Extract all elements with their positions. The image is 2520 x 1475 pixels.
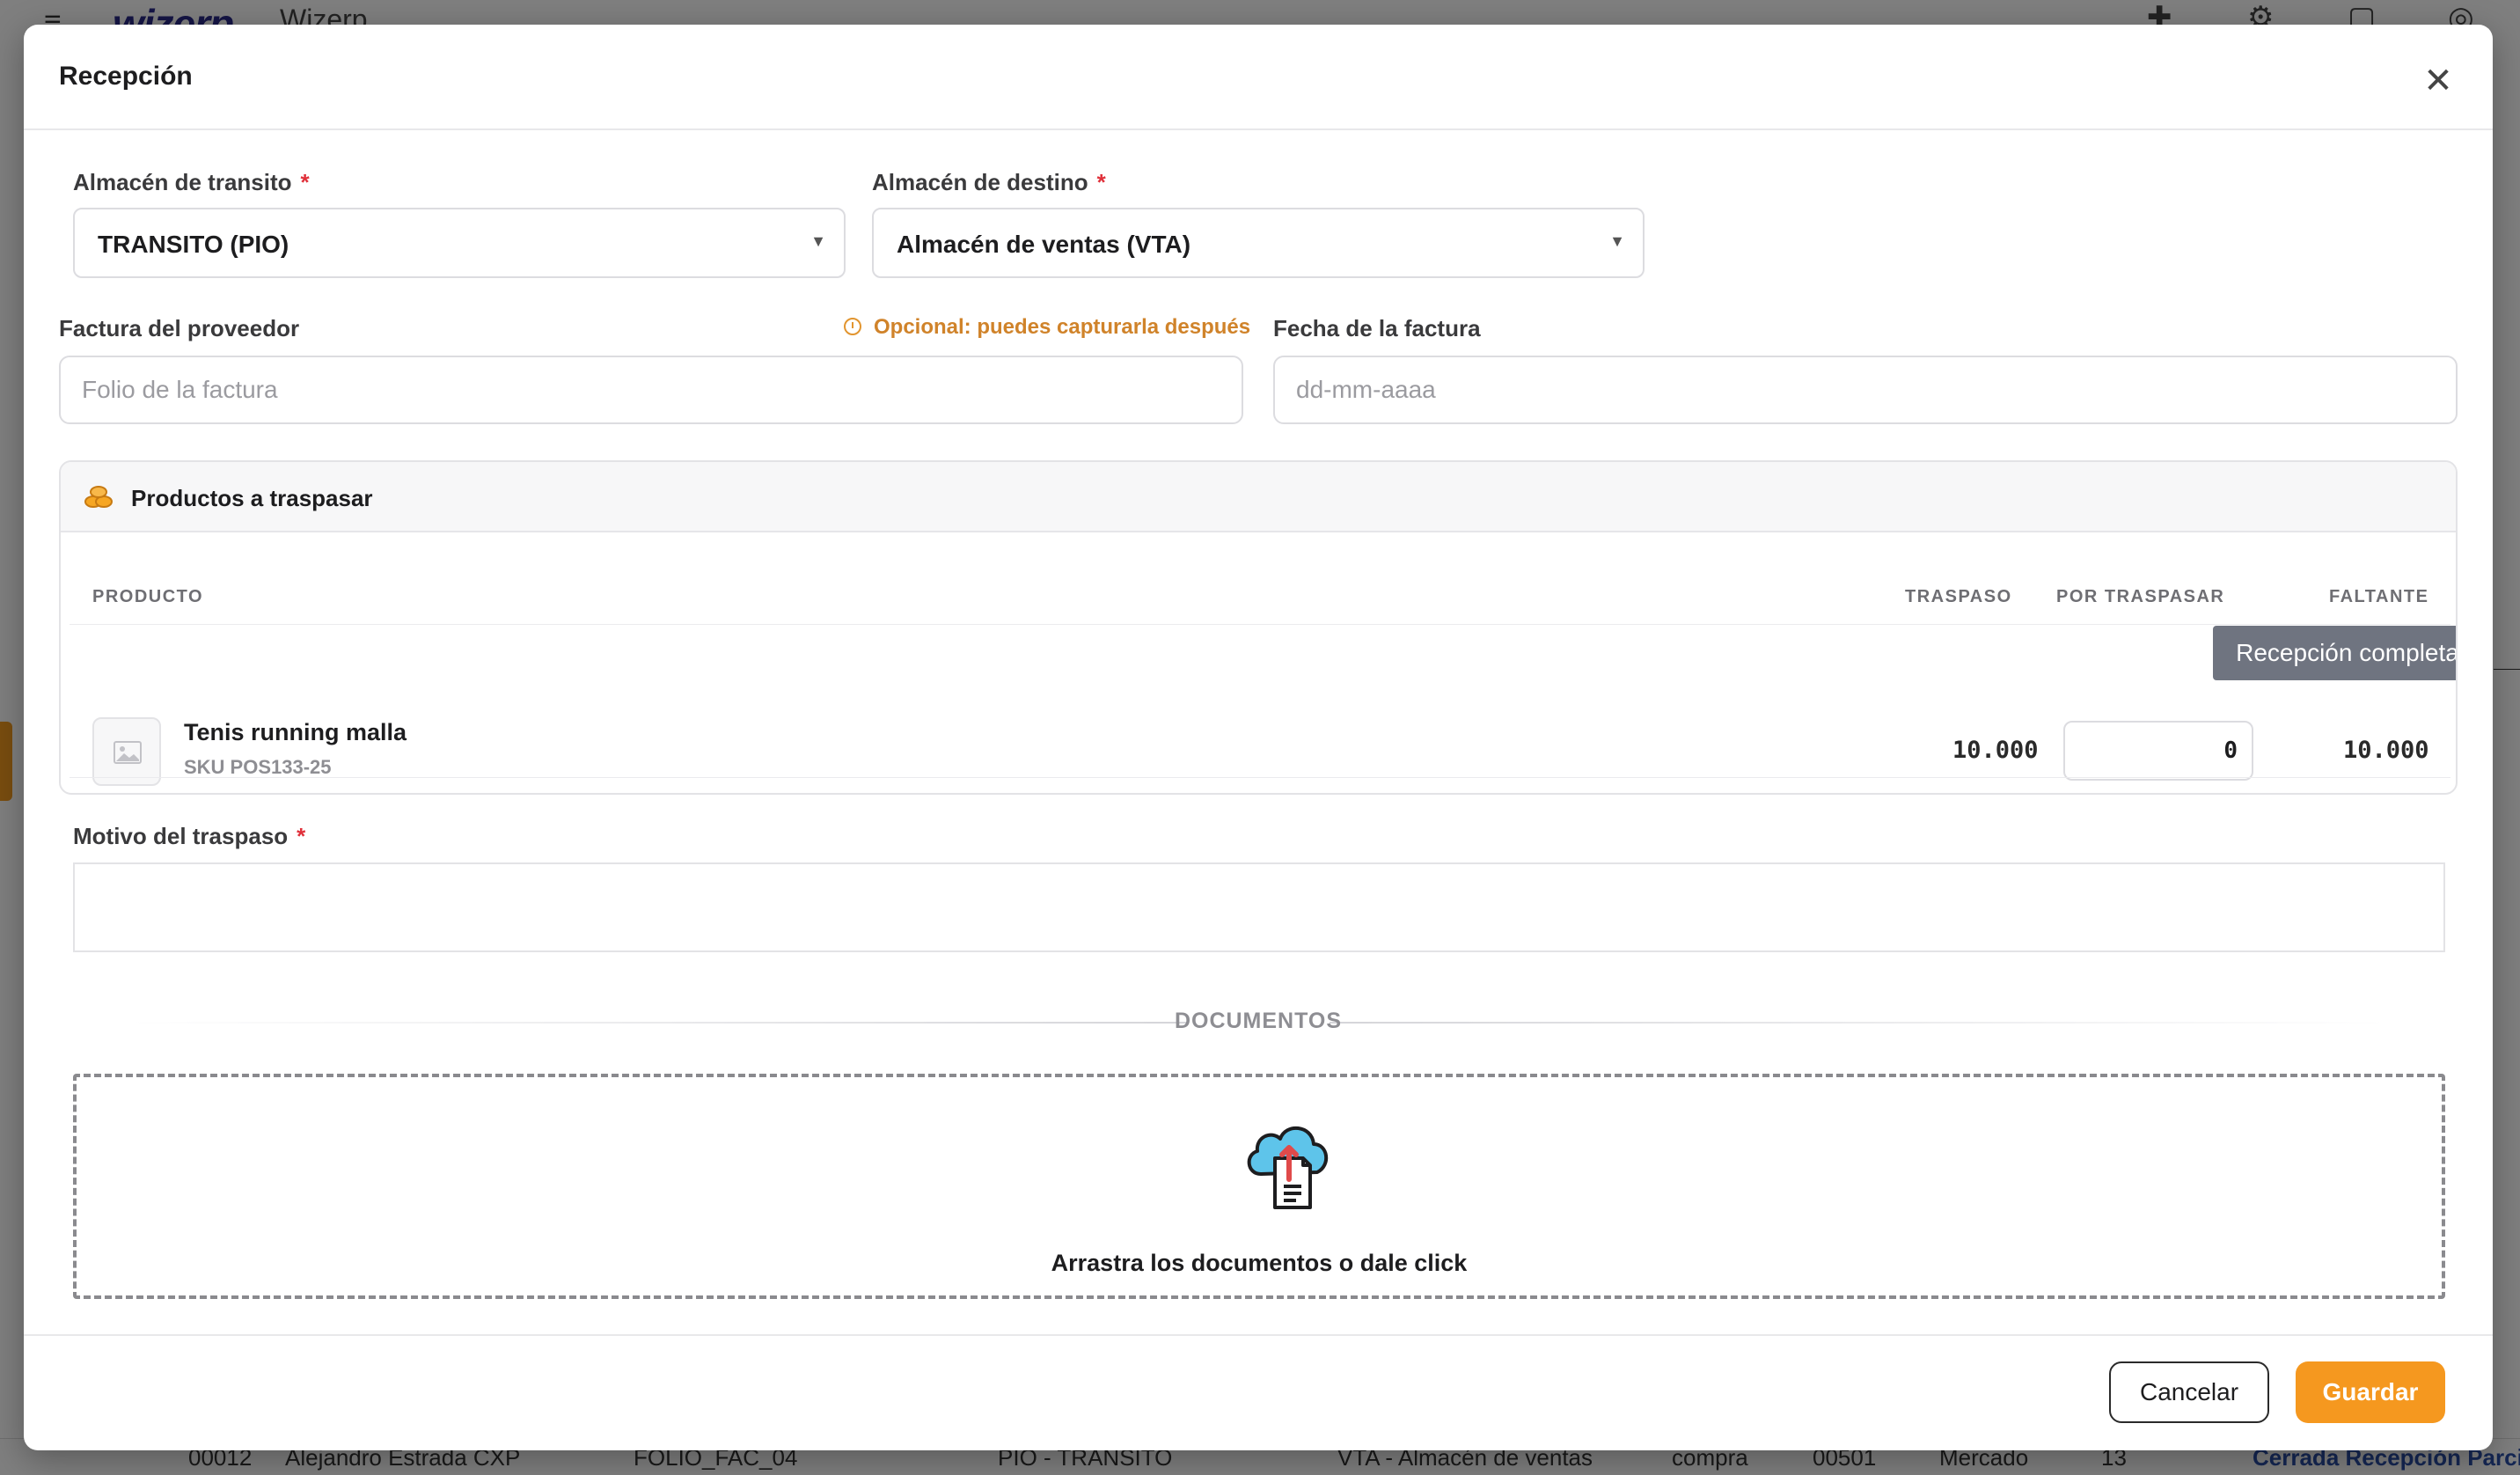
label-text: Motivo del traspaso — [73, 823, 289, 849]
chevron-down-icon: ▼ — [1609, 232, 1625, 250]
invoice-date-label: Fecha de la factura — [1273, 315, 1481, 341]
divider — [70, 777, 2450, 778]
transfer-reason-input[interactable] — [73, 862, 2445, 952]
chevron-down-icon: ▼ — [810, 232, 826, 250]
selected-value: TRANSITO (PIO) — [98, 231, 289, 258]
warning-icon — [844, 318, 861, 335]
label-text: Almacén de destino — [872, 169, 1088, 195]
documents-dropzone[interactable]: Arrastra los documentos o dale click — [73, 1074, 2445, 1299]
optional-note: Opcional: puedes capturarla después — [844, 315, 1250, 340]
close-icon[interactable]: ✕ — [2421, 63, 2456, 99]
required-mark: * — [1096, 169, 1106, 195]
destination-warehouse-label: Almacén de destino * — [872, 169, 1106, 196]
invoice-date-input[interactable] — [1273, 356, 2458, 424]
transit-warehouse-label: Almacén de transito * — [73, 169, 310, 196]
products-panel-title: Productos a traspasar — [131, 485, 373, 511]
complete-reception-tooltip: Recepción completa — [2213, 626, 2456, 680]
required-mark: * — [297, 823, 306, 849]
reception-modal: Recepción ✕ Almacén de transito * TRANSIT… — [24, 25, 2493, 1450]
products-panel: Productos a traspasar PRODUCTO TRASPASO … — [59, 460, 2458, 795]
transfer-quantity: 10.000 — [1952, 737, 2039, 764]
dropzone-text: Arrastra los documentos o dale click — [1051, 1250, 1468, 1276]
product-name: Tenis running malla — [184, 719, 407, 745]
image-placeholder-icon — [114, 741, 142, 764]
divider-line-right — [1330, 1022, 2387, 1024]
invoice-label: Factura del proveedor — [59, 315, 300, 341]
label-text: Almacén de transito — [73, 169, 292, 195]
column-header-missing: FALTANTE — [2329, 587, 2429, 606]
divider — [24, 1334, 2493, 1336]
column-header-product: PRODUCTO — [92, 587, 204, 606]
save-button[interactable]: Guardar — [2296, 1361, 2445, 1423]
missing-quantity: 10.000 — [2343, 737, 2429, 764]
coins-icon — [84, 486, 113, 508]
product-sku: SKU POS133-25 — [184, 756, 332, 778]
required-mark: * — [300, 169, 310, 195]
products-panel-header: Productos a traspasar — [61, 462, 2456, 532]
selected-value: Almacén de ventas (VTA) — [897, 231, 1191, 258]
optional-note-text: Opcional: puedes capturarla después — [874, 315, 1251, 339]
pending-quantity-input[interactable] — [2063, 721, 2253, 781]
column-header-pending: POR TRASPASAR — [2056, 587, 2225, 606]
transfer-reason-label: Motivo del traspaso * — [73, 823, 305, 850]
destination-warehouse-select[interactable]: Almacén de ventas (VTA) ▼ — [872, 208, 1645, 278]
cloud-upload-icon — [1247, 1126, 1328, 1209]
invoice-input[interactable] — [59, 356, 1243, 424]
product-thumbnail — [92, 717, 161, 786]
cancel-button[interactable]: Cancelar — [2109, 1361, 2269, 1423]
documents-heading: DOCUMENTOS — [1174, 1009, 1343, 1033]
column-header-transfer: TRASPASO — [1905, 587, 2012, 606]
transit-warehouse-select[interactable]: TRANSITO (PIO) ▼ — [73, 208, 846, 278]
divider-line-left — [129, 1022, 1187, 1024]
divider — [70, 624, 2450, 625]
modal-title: Recepción — [59, 62, 193, 91]
modal-header: Recepción ✕ — [24, 25, 2493, 130]
